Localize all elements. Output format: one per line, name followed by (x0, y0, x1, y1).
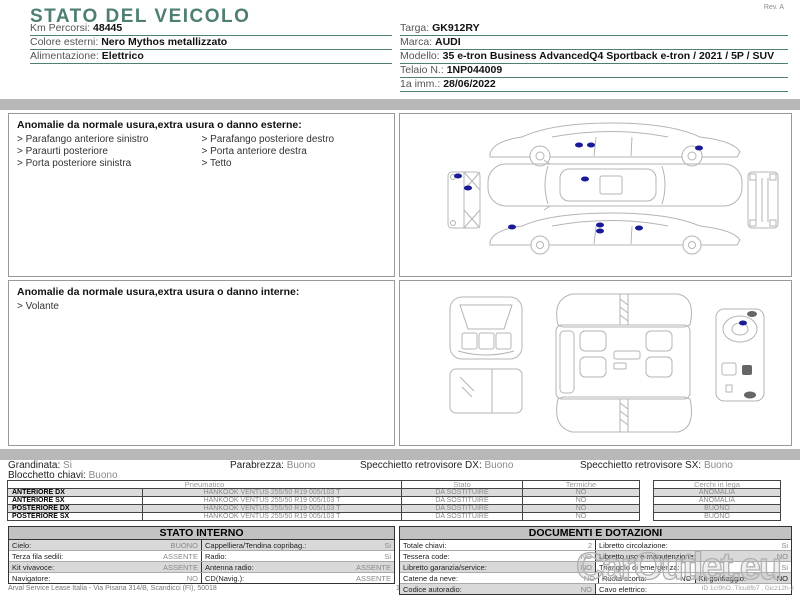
field-specchietto-dx: Specchietto retrovisore DX: Buono (360, 460, 513, 471)
interior-anomalies-title: Anomalie da normale usura,extra usura o … (9, 281, 394, 301)
anomaly-item: Parafango anteriore sinistro (17, 134, 202, 146)
anomaly-item: Volante (17, 301, 202, 313)
tyre-row-posteriore-sx: POSTERIORE SX HANKOOK VENTUS 255/50 R19 … (8, 513, 781, 521)
field-targa: Targa: GK912RY (400, 22, 788, 36)
table-row: Kit vivavoce:ASSENTE Antenna radio:ASSEN… (9, 562, 394, 573)
anomaly-item: Porta anteriore destra (202, 146, 387, 158)
tyre-table: Pneumatico Stato Termiche Cerchi in lega… (8, 481, 781, 521)
interior-anomalies-panel: Anomalie da normale usura,extra usura o … (8, 280, 395, 446)
footer-page-number: 1 (396, 585, 400, 592)
table-row: Navigatore:NO CD(Navig.):ASSENTE (9, 573, 394, 583)
field-telaio: Telaio N.: 1NP044009 (400, 64, 788, 78)
anomaly-item: Porta posteriore sinistra (17, 158, 202, 170)
table-row: Libretto garanzia/service:NO Triangolo d… (400, 562, 791, 573)
stato-interno-table: STATO INTERNO Cielo:BUONO Cappelliera/Te… (8, 526, 395, 584)
anomaly-item: Tetto (202, 158, 387, 170)
field-prima-immatricolazione: 1a imm.: 28/06/2022 (400, 78, 788, 92)
table-row: Terza fila sedili:ASSENTE Radio:Si (9, 551, 394, 562)
anomaly-item: Parafango posteriore destro (202, 134, 387, 146)
condition-summary: Grandinata: Si Parabrezza: Buono Specchi… (8, 460, 792, 480)
table-row: Tessera code:NO Libretto uso e manutenzi… (400, 551, 791, 562)
documenti-dotazioni-title: DOCUMENTI E DOTAZIONI (400, 527, 791, 540)
interior-damage-diagram (400, 281, 791, 445)
damage-marker-group (739, 321, 747, 326)
vehicle-fields-left: Km Percorsi: 48445 Colore esterni: Nero … (30, 22, 392, 64)
footer-company: Arval Service Lease Italia - Via Pisana … (8, 585, 217, 592)
field-parabrezza: Parabrezza: Buono (230, 460, 316, 471)
field-marca: Marca: AUDI (400, 36, 788, 50)
table-row: Totale chiavi:2 Libretto circolazione:Si (400, 540, 791, 551)
field-specchietto-sx: Specchietto retrovisore SX: Buono (580, 460, 733, 471)
interior-diagram-panel (399, 280, 792, 446)
section-divider (0, 449, 800, 460)
stato-interno-title: STATO INTERNO (9, 527, 394, 540)
field-alimentazione: Alimentazione: Elettrico (30, 50, 392, 64)
field-km-percorsi: Km Percorsi: 48445 (30, 22, 392, 36)
anomaly-item: Paraurti posteriore (17, 146, 202, 158)
interior-anomalies-col1: Volante (17, 301, 202, 313)
exterior-anomalies-title: Anomalie da normale usura,extra usura o … (9, 114, 394, 134)
vehicle-fields-right: Targa: GK912RY Marca: AUDI Modello: 35 e… (400, 22, 788, 92)
vehicle-condition-report: STATO DEL VEICOLO Rev. A Km Percorsi: 48… (0, 0, 800, 600)
exterior-anomalies-col2: Parafango posteriore destro Porta anteri… (202, 134, 387, 170)
exterior-anomalies-panel: Anomalie da normale usura,extra usura o … (8, 113, 395, 277)
exterior-diagram-panel (399, 113, 792, 277)
revision-label: Rev. A (764, 4, 784, 11)
exterior-damage-diagram (400, 114, 791, 276)
table-row: Cielo:BUONO Cappelliera/Tendina copribag… (9, 540, 394, 551)
field-modello: Modello: 35 e-tron Business AdvancedQ4 S… (400, 50, 788, 64)
exterior-anomalies-col1: Parafango anteriore sinistro Paraurti po… (17, 134, 202, 170)
section-divider (0, 99, 800, 110)
footer-document-id: ID 1c/9hO..Tlcu8fb7 , Gicz12h-z (702, 585, 794, 592)
field-colore-esterni: Colore esterni: Nero Mythos metallizzato (30, 36, 392, 50)
table-row: Catene da neve:NO Ruota scorta:NO Kit go… (400, 573, 791, 584)
